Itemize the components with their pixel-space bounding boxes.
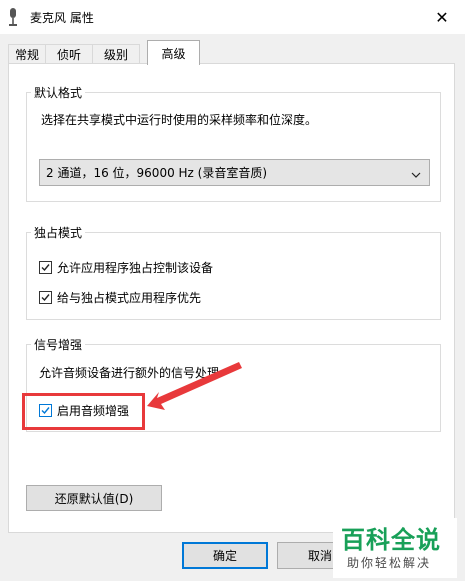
annotation-arrow-icon: [147, 362, 242, 410]
close-button[interactable]: ✕: [419, 0, 465, 34]
tab-listen-label: 侦听: [56, 48, 81, 62]
watermark-title: 百科全说: [341, 526, 441, 554]
highlight-box: [22, 393, 145, 430]
signal-enhancement-label: 信号增强: [31, 336, 86, 353]
window-title: 麦克风 属性: [30, 11, 94, 25]
tab-levels[interactable]: 级别: [92, 44, 140, 64]
checkbox-checked-icon: [39, 261, 52, 274]
tab-advanced-label: 高级: [161, 46, 186, 61]
restore-defaults-button[interactable]: 还原默认值(D): [26, 485, 162, 511]
exclusive-mode-group: [26, 232, 441, 320]
sample-rate-value: 2 通道，16 位，96000 Hz (录音室音质): [46, 166, 268, 180]
exclusive-priority-label: 给与独占模式应用程序优先: [57, 291, 202, 305]
watermark-subtitle: 助你轻松解决: [347, 556, 432, 570]
chevron-down-icon: [411, 168, 421, 178]
microphone-icon: [8, 8, 18, 26]
sample-rate-dropdown[interactable]: 2 通道，16 位，96000 Hz (录音室音质): [39, 159, 430, 186]
default-format-label: 默认格式: [31, 84, 86, 101]
allow-exclusive-control-label: 允许应用程序独占控制该设备: [57, 261, 214, 275]
exclusive-mode-label: 独占模式: [31, 224, 86, 241]
exclusive-priority-checkbox[interactable]: 给与独占模式应用程序优先: [39, 289, 201, 306]
tab-general[interactable]: 常规: [8, 44, 46, 64]
restore-defaults-label: 还原默认值(D): [54, 491, 134, 506]
checkbox-checked-icon: [39, 291, 52, 304]
allow-exclusive-control-checkbox[interactable]: 允许应用程序独占控制该设备: [39, 259, 213, 276]
default-format-description: 选择在共享模式中运行时使用的采样频率和位深度。: [41, 113, 318, 127]
ok-label: 确定: [212, 549, 237, 563]
tab-general-label: 常规: [14, 48, 39, 62]
ok-button[interactable]: 确定: [182, 542, 268, 569]
close-icon: ✕: [435, 7, 449, 27]
tab-advanced[interactable]: 高级: [147, 40, 200, 65]
tab-levels-label: 级别: [103, 48, 128, 62]
watermark: 百科全说 助你轻松解决: [333, 518, 457, 578]
tab-listen[interactable]: 侦听: [45, 44, 93, 64]
cancel-label: 取消: [307, 549, 332, 563]
title-bar: 麦克风 属性 ✕: [0, 0, 465, 34]
